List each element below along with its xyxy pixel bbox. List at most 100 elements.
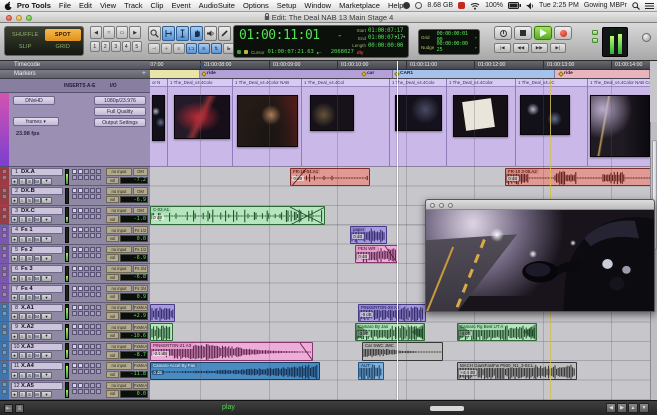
track-name-area[interactable]: 1 DX.A: [11, 168, 63, 176]
track-row[interactable]: 10 X.A3 ● I S M ▾ no input FxMnA vol -8.…: [0, 342, 150, 361]
view-selector[interactable]: ▾: [41, 216, 52, 223]
volume-value[interactable]: -6.8: [120, 274, 148, 282]
nudge-value[interactable]: 00:00:00:00 25: [437, 41, 473, 53]
video-clip[interactable]: 1 The_Deal_v4.4Colo: [168, 79, 233, 166]
track-list-icon[interactable]: ≡: [15, 404, 24, 413]
delay-indicator[interactable]: dly: [357, 50, 364, 55]
audio-clip[interactable]: Car SWC JMC: [362, 342, 443, 360]
video-clip[interactable]: or N: [150, 79, 168, 166]
mute-button[interactable]: M: [34, 275, 41, 282]
window-titlebar[interactable]: Edit: The Deal NAB 13 Main Stage 4: [0, 12, 657, 23]
record-arm-button[interactable]: ●: [11, 197, 18, 204]
markers-ruler-label[interactable]: Markers+: [0, 70, 150, 79]
marker-car[interactable]: car: [362, 71, 374, 76]
input-monitor-button[interactable]: I: [19, 275, 26, 282]
inserts-slots[interactable]: [72, 363, 105, 374]
memory-status[interactable]: 8.68 GB: [427, 2, 453, 9]
menu-setup[interactable]: Setup: [277, 1, 297, 10]
input-selector[interactable]: no input: [106, 323, 132, 331]
video-clip[interactable]: 1 The_Deal_v4.4Color NAB: [233, 79, 302, 166]
timecode-ruler-label[interactable]: Timecode: [0, 61, 150, 70]
video-window-titlebar[interactable]: [426, 200, 654, 210]
menu-marketplace[interactable]: Marketplace: [339, 1, 380, 10]
audio-clip[interactable]: MACH GiantFastFw P500_N1_3-02.L +4.4 dB: [457, 362, 577, 380]
output-selector[interactable]: FxMnA: [133, 323, 148, 331]
video-clip[interactable]: 1 The_Deal_v4.4Colo: [390, 79, 447, 166]
audio-zoom-button[interactable]: ≈: [103, 26, 115, 39]
battery-percentage[interactable]: 100%: [485, 2, 503, 9]
menu-clip[interactable]: Clip: [151, 1, 164, 10]
input-selector[interactable]: no input: [106, 168, 132, 176]
track-name-area[interactable]: 8 X.A1: [11, 304, 63, 312]
stop-button[interactable]: [514, 26, 532, 40]
view-selector[interactable]: ▾: [41, 333, 52, 340]
horizontal-scroll-thumb[interactable]: [430, 406, 464, 411]
track-name[interactable]: DX.A: [21, 169, 35, 175]
record-arm-button[interactable]: ●: [11, 294, 18, 301]
menu-pro-tools[interactable]: Pro Tools: [17, 1, 51, 10]
input-monitor-button[interactable]: I: [19, 372, 26, 379]
solo-button[interactable]: S: [26, 216, 33, 223]
solo-button[interactable]: S: [26, 391, 33, 398]
inserts-slots[interactable]: [72, 266, 105, 277]
view-selector[interactable]: ▾: [41, 197, 52, 204]
video-zoom-button[interactable]: ▭: [116, 26, 128, 39]
track-name-area[interactable]: 9 X.A2: [11, 323, 63, 331]
mode-grid-button[interactable]: GRID: [45, 42, 82, 54]
view-selector[interactable]: ▾: [41, 391, 52, 398]
zoom-preset-3[interactable]: 3: [111, 41, 121, 52]
go-to-end-button[interactable]: ▶|: [550, 43, 567, 53]
track-name-area[interactable]: 5 Fs 2: [11, 246, 63, 254]
zoom-preset-5[interactable]: 5: [132, 41, 142, 52]
grid-dropdown-icon[interactable]: ▾: [475, 35, 477, 40]
user-menu[interactable]: Gowing MBPr: [584, 2, 627, 9]
spotlight-search-icon[interactable]: [632, 2, 640, 10]
inserts-slots[interactable]: [72, 208, 105, 219]
timecode-ruler[interactable]: 01:00:07:0001:00:08:0001:00:09:0001:00:1…: [150, 61, 650, 70]
mute-button[interactable]: M: [34, 294, 41, 301]
audio-clip[interactable]: FR-10-04.A1 0 dB: [290, 168, 370, 186]
audio-clip[interactable]: [150, 323, 173, 341]
input-selector[interactable]: no input: [106, 246, 132, 254]
marker-ride[interactable]: ride: [202, 71, 216, 76]
video-frames-selector[interactable]: frames ▾: [13, 117, 59, 126]
input-selector[interactable]: no input: [106, 226, 132, 234]
record-button[interactable]: [554, 26, 572, 40]
record-arm-button[interactable]: ●: [11, 333, 18, 340]
inserts-slots[interactable]: [72, 305, 105, 316]
solo-button[interactable]: S: [26, 275, 33, 282]
track-name-area[interactable]: 11 X.A4: [11, 362, 63, 370]
view-selector[interactable]: ▾: [41, 275, 52, 282]
audio-clip[interactable]: AUT: [358, 362, 384, 380]
mute-button[interactable]: M: [34, 197, 41, 204]
link-timeline-button[interactable]: ＋: [161, 43, 173, 54]
input-monitor-button[interactable]: I: [19, 178, 26, 185]
solo-button[interactable]: S: [26, 197, 33, 204]
input-monitor-button[interactable]: I: [19, 216, 26, 223]
output-selector[interactable]: OM: [133, 168, 148, 176]
audio-clip[interactable]: PINKERTON-21 A3 -2.1 dB: [150, 342, 313, 360]
track-row[interactable]: 12 X.A5 ● I S M ▾ no input FxMnA vol 0.0: [0, 381, 150, 400]
track-row[interactable]: 4 Fs 1 ● I S M ▾ no input Fs 1/2 vol 0.0: [0, 225, 150, 244]
nudge-dropdown-icon[interactable]: ▾: [475, 45, 477, 50]
audio-clip[interactable]: Camaro Rg Best UT A -3 dB: [457, 323, 537, 341]
track-name-area[interactable]: 3 DX.C: [11, 207, 63, 215]
mute-button[interactable]: M: [34, 216, 41, 223]
mirror-midi-button[interactable]: ⇅: [211, 43, 223, 54]
volume-value[interactable]: 0.9: [120, 293, 148, 301]
view-selector[interactable]: ▾: [41, 294, 52, 301]
view-selector[interactable]: ▾: [41, 313, 52, 320]
track-name[interactable]: DX.C: [21, 208, 35, 214]
zoomer-tool[interactable]: [148, 26, 161, 41]
video-window-minimize-button[interactable]: [439, 203, 444, 208]
main-counter[interactable]: 01:00:11:01: [239, 28, 320, 43]
inserts-slots[interactable]: [72, 188, 105, 199]
input-selector[interactable]: no input: [106, 343, 132, 351]
track-row[interactable]: 9 X.A2 ● I S M ▾ no input FxMnA vol -10.…: [0, 322, 150, 341]
selection-arrows[interactable]: ◄ ◄: [394, 34, 406, 40]
inserts-slots[interactable]: [72, 247, 105, 258]
menu-window[interactable]: Window: [304, 1, 331, 10]
inserts-slots[interactable]: [72, 227, 105, 238]
toolbar-menu-button[interactable]: [642, 33, 651, 42]
menu-track[interactable]: Track: [124, 1, 142, 10]
